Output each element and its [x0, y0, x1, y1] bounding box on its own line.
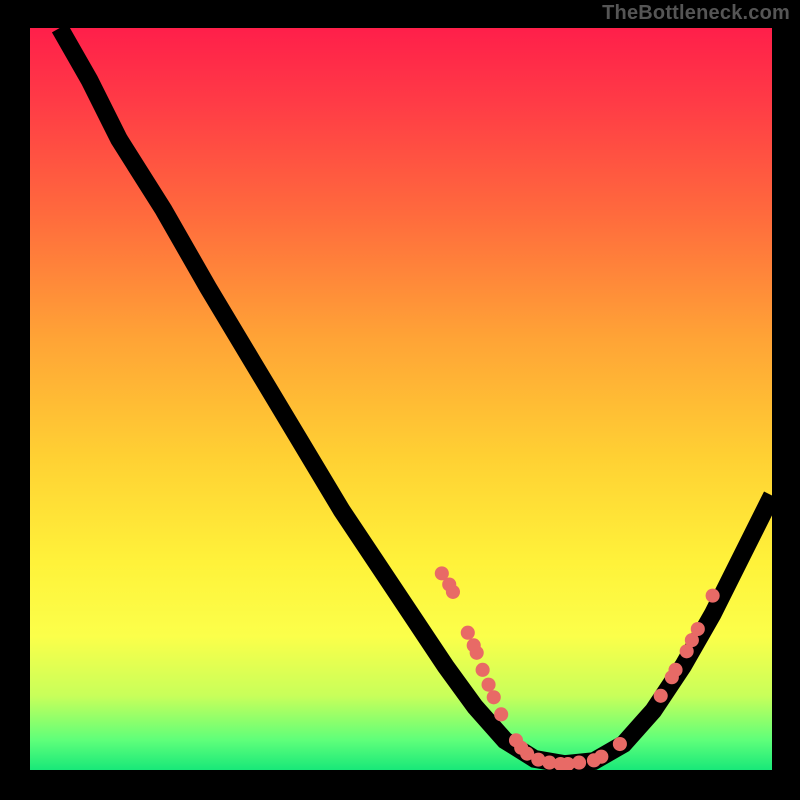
- data-point: [691, 622, 705, 636]
- data-point: [706, 589, 720, 603]
- data-point: [446, 585, 460, 599]
- chart-frame: TheBottleneck.com: [0, 0, 800, 800]
- data-point: [494, 707, 508, 721]
- data-point: [470, 646, 484, 660]
- data-point: [482, 678, 496, 692]
- data-point: [594, 750, 608, 764]
- data-point: [487, 690, 501, 704]
- data-point: [613, 737, 627, 751]
- bottleneck-curve: [60, 28, 772, 764]
- watermark-text: TheBottleneck.com: [602, 2, 790, 25]
- data-point: [476, 663, 490, 677]
- data-points: [435, 566, 720, 770]
- data-point: [461, 626, 475, 640]
- plot-area: [30, 28, 772, 770]
- chart-overlay: [30, 28, 772, 770]
- data-point: [654, 689, 668, 703]
- data-point: [668, 663, 682, 677]
- data-point: [572, 756, 586, 770]
